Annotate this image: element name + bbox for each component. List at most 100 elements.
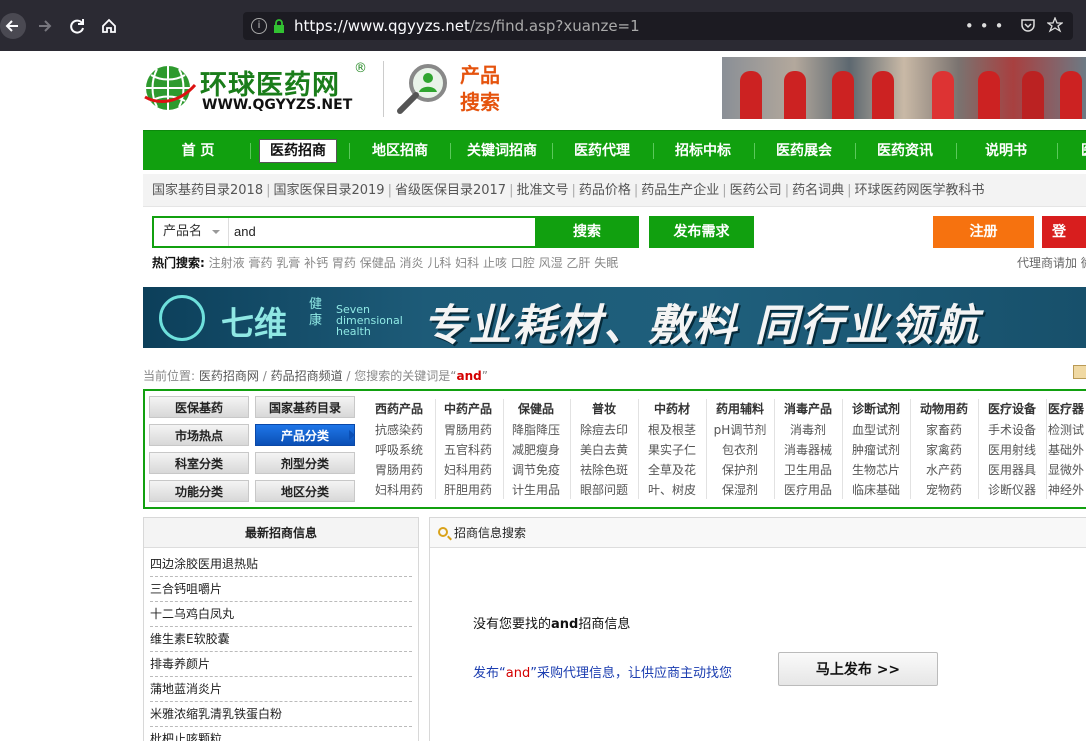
globe-logo-icon[interactable] — [143, 63, 197, 113]
login-button[interactable]: 登 — [1042, 216, 1086, 248]
cat-btn-product-category[interactable]: 产品分类 — [255, 424, 355, 446]
category-link[interactable]: 肿瘤试剂 — [843, 440, 909, 460]
post-now-button[interactable]: 马上发布 >> — [778, 652, 938, 686]
category-link[interactable]: 基础外 — [1048, 440, 1086, 460]
category-column-head[interactable]: 诊断试剂 — [843, 399, 909, 419]
cat-btn-region[interactable]: 地区分类 — [255, 480, 355, 502]
category-link[interactable]: 除痘去印 — [571, 420, 637, 440]
category-link[interactable]: 生物芯片 — [843, 460, 909, 480]
list-item[interactable]: 三合钙咀嚼片 — [150, 577, 412, 602]
list-item[interactable]: 米雅浓缩乳清乳铁蛋白粉 — [150, 702, 412, 727]
list-item[interactable]: 蒲地蓝消炎片 — [150, 677, 412, 702]
nav-pharma-investment[interactable]: 医药招商 — [259, 139, 337, 163]
category-column-head[interactable]: 药用辅料 — [707, 399, 773, 419]
category-column-head[interactable]: 医疗设备 — [979, 399, 1045, 419]
list-item[interactable]: 维生素E软胶囊 — [150, 627, 412, 652]
category-link[interactable]: 胃肠用药 — [435, 420, 501, 440]
nav-home[interactable]: 首 页 — [153, 131, 243, 171]
category-link[interactable]: 血型试剂 — [843, 420, 909, 440]
nav-region-investment[interactable]: 地区招商 — [355, 131, 445, 171]
category-link[interactable]: 检测试 — [1048, 420, 1086, 440]
agent-contact-text[interactable]: 代理商请加 微 — [1017, 254, 1086, 271]
cat-btn-national-essential[interactable]: 国家基药目录 — [255, 396, 355, 418]
category-column-head[interactable]: 医疗器 — [1048, 399, 1086, 419]
category-link[interactable]: 降脂降压 — [503, 420, 569, 440]
search-input[interactable] — [234, 218, 534, 246]
category-link[interactable]: 果实子仁 — [639, 440, 705, 460]
publish-demand-button[interactable]: 发布需求 — [649, 216, 754, 248]
category-link[interactable]: 五官科药 — [435, 440, 501, 460]
subnav-link[interactable]: 药名词典 — [792, 183, 844, 198]
list-item[interactable]: 枇杷止咳颗粒 — [150, 727, 412, 741]
category-column-head[interactable]: 动物用药 — [911, 399, 977, 419]
subnav-link[interactable]: 药品生产企业 — [641, 183, 719, 198]
category-link[interactable]: 临床基础 — [843, 480, 909, 500]
page-menu-icon[interactable]: ••• — [965, 17, 1010, 35]
pocket-icon[interactable] — [1020, 17, 1036, 33]
category-link[interactable]: 叶、树皮 — [639, 480, 705, 500]
nav-exhibitions[interactable]: 医药展会 — [759, 131, 849, 171]
url-text[interactable]: https://www.qgyyzs.net/zs/find.asp?xuanz… — [294, 12, 640, 40]
bookmark-star-icon[interactable] — [1046, 16, 1064, 33]
nav-keyword-investment[interactable]: 关键词招商 — [456, 131, 548, 171]
category-column-head[interactable]: 中药材 — [639, 399, 705, 419]
subnav-link[interactable]: 省级医保目录2017 — [395, 183, 506, 198]
header-photo-banner[interactable] — [722, 57, 1086, 119]
category-link[interactable]: 减肥瘦身 — [503, 440, 569, 460]
category-link[interactable]: 肝胆用药 — [435, 480, 501, 500]
category-link[interactable]: 全草及花 — [639, 460, 705, 480]
back-button[interactable] — [0, 13, 26, 39]
category-link[interactable]: 根及根茎 — [639, 420, 705, 440]
breadcrumb-channel[interactable]: 药品招商频道 — [271, 369, 343, 383]
search-button[interactable]: 搜索 — [535, 216, 639, 248]
search-category-select[interactable]: 产品名 — [154, 218, 229, 246]
category-link[interactable]: 消毒剂 — [775, 420, 841, 440]
subnav-link[interactable]: 医药公司 — [730, 183, 782, 198]
subnav-link[interactable]: 国家基药目录2018 — [152, 183, 263, 198]
hot-search-terms[interactable]: 注射液 膏药 乳膏 补钙 胃药 保健品 消炎 儿科 妇科 止咳 口腔 风湿 乙肝… — [209, 256, 619, 270]
category-link[interactable]: 诊断仪器 — [979, 480, 1045, 500]
category-link[interactable]: 卫生用品 — [775, 460, 841, 480]
category-link[interactable]: 美白去黄 — [571, 440, 637, 460]
nav-news[interactable]: 医药资讯 — [860, 131, 950, 171]
category-link[interactable]: 计生用品 — [503, 480, 569, 500]
list-item[interactable]: 四边涂胶医用退热贴 — [150, 552, 412, 577]
category-link[interactable]: 神经外 — [1048, 480, 1086, 500]
info-icon[interactable]: i — [251, 18, 267, 34]
nav-more[interactable]: 医 — [1073, 131, 1086, 171]
cat-btn-function[interactable]: 功能分类 — [149, 480, 249, 502]
category-link[interactable]: 保湿剂 — [707, 480, 773, 500]
category-link[interactable]: 呼吸系统 — [366, 440, 432, 460]
category-link[interactable]: 祛除色斑 — [571, 460, 637, 480]
register-button[interactable]: 注册 — [933, 216, 1034, 248]
category-column-head[interactable]: 消毒产品 — [775, 399, 841, 419]
category-link[interactable]: 显微外 — [1048, 460, 1086, 480]
category-link[interactable]: 家畜药 — [911, 420, 977, 440]
category-link[interactable]: 保护剂 — [707, 460, 773, 480]
cat-btn-department[interactable]: 科室分类 — [149, 452, 249, 474]
cat-btn-medical-insurance[interactable]: 医保基药 — [149, 396, 249, 418]
category-link[interactable]: pH调节剂 — [707, 420, 773, 440]
subnav-link[interactable]: 批准文号 — [516, 183, 568, 198]
breadcrumb-home[interactable]: 医药招商网 — [199, 369, 259, 383]
reload-button[interactable] — [64, 13, 90, 39]
nav-bidding[interactable]: 招标中标 — [658, 131, 748, 171]
category-column-head[interactable]: 西药产品 — [366, 399, 432, 419]
category-link[interactable]: 医用器具 — [979, 460, 1045, 480]
category-link[interactable]: 医疗用品 — [775, 480, 841, 500]
category-link[interactable]: 调节免疫 — [503, 460, 569, 480]
nav-pharma-agency[interactable]: 医药代理 — [557, 131, 647, 171]
category-link[interactable]: 妇科用药 — [366, 480, 432, 500]
category-link[interactable]: 抗感染药 — [366, 420, 432, 440]
category-link[interactable]: 胃肠用药 — [366, 460, 432, 480]
list-item[interactable]: 十二乌鸡白凤丸 — [150, 602, 412, 627]
category-link[interactable]: 消毒器械 — [775, 440, 841, 460]
ad-banner[interactable]: 七维 健康 Seven dimensional health 专业耗材、敷料 同… — [143, 287, 1086, 348]
category-link[interactable]: 包衣剂 — [707, 440, 773, 460]
lock-icon[interactable] — [273, 19, 285, 33]
subnav-link[interactable]: 国家医保目录2019 — [273, 183, 384, 198]
category-column-head[interactable]: 保健品 — [503, 399, 569, 419]
subnav-link[interactable]: 药品价格 — [579, 183, 631, 198]
category-column-head[interactable]: 普妆 — [571, 399, 637, 419]
category-link[interactable]: 水产药 — [911, 460, 977, 480]
